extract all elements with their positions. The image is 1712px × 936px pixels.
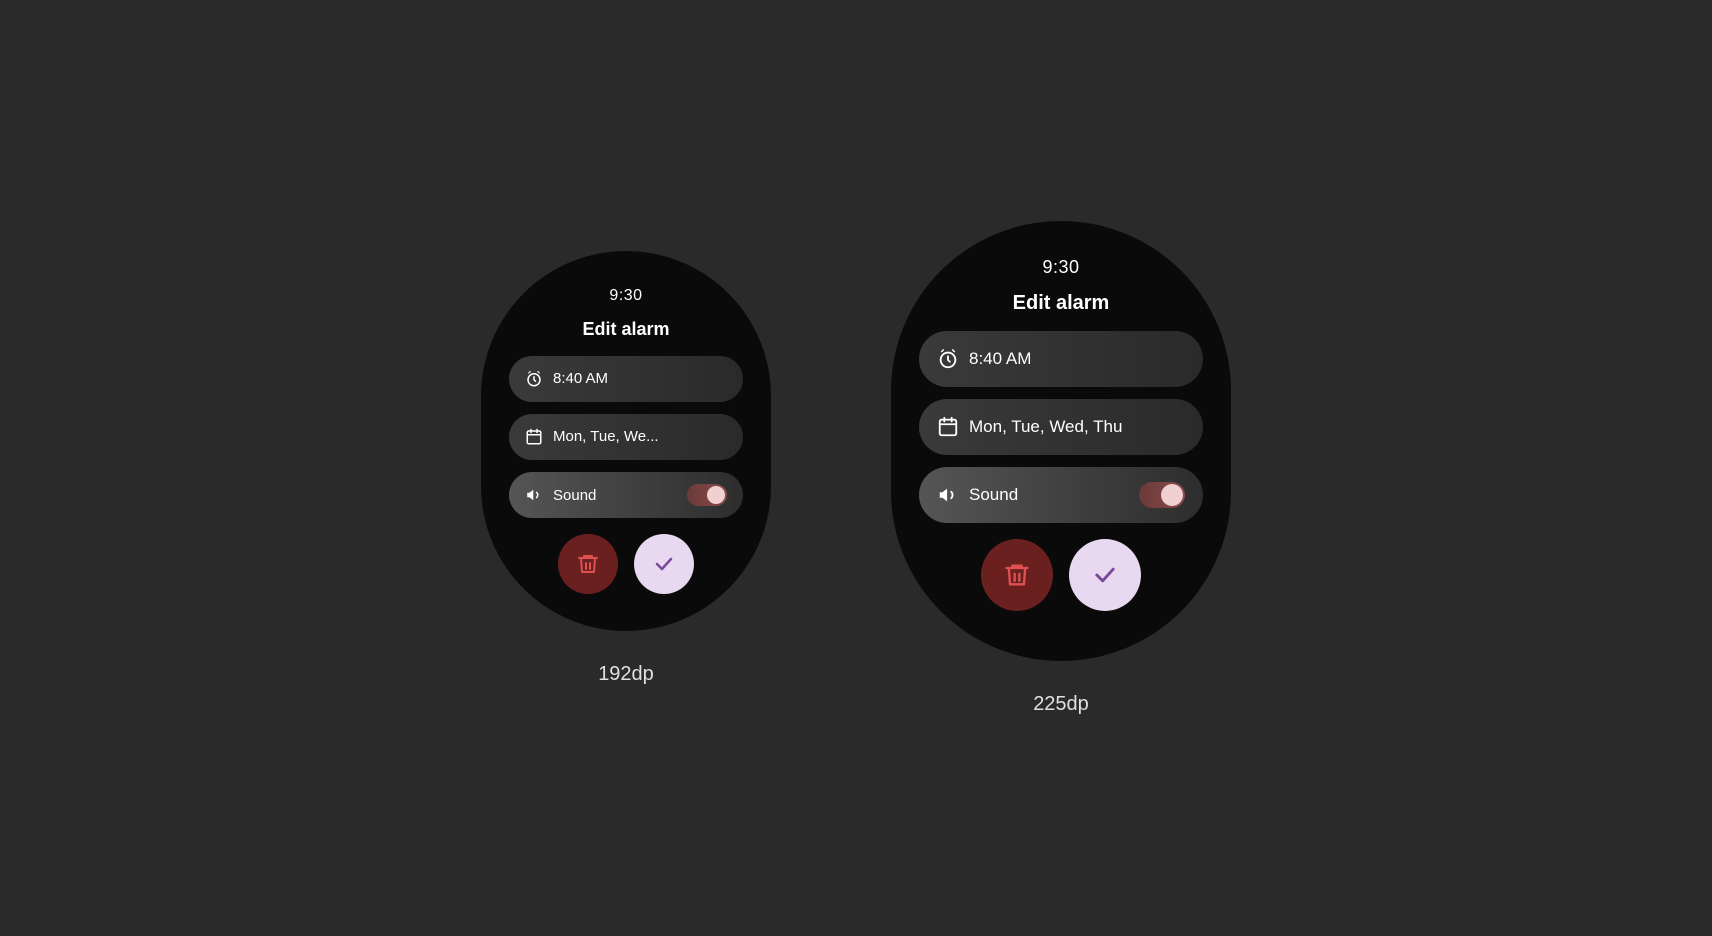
alarm-time-button[interactable]: 8:40 AM [509, 356, 743, 402]
confirm-button[interactable] [1069, 539, 1141, 611]
clock-icon [937, 348, 959, 370]
sound-icon [525, 486, 543, 504]
alarm-time-button[interactable]: 8:40 AM [919, 331, 1203, 387]
calendar-icon [525, 428, 543, 446]
checkmark-icon [1091, 561, 1119, 589]
toggle-knob [1161, 484, 1183, 506]
sound-label: Sound [969, 485, 1129, 505]
watch-time: 9:30 [609, 287, 642, 305]
sound-toggle[interactable] [687, 484, 727, 506]
schedule-button[interactable]: Mon, Tue, Wed, Thu [919, 399, 1203, 455]
calendar-icon [937, 416, 959, 438]
sound-label: Sound [553, 487, 677, 504]
schedule-label: Mon, Tue, We... [553, 428, 727, 445]
watch-time: 9:30 [1042, 257, 1079, 278]
sound-icon [937, 484, 959, 506]
screen-title: Edit alarm [582, 319, 669, 340]
trash-icon [1003, 561, 1031, 589]
watch-face-small: 9:30 Edit alarm 8:40 AM Mon, Tue, We... [481, 251, 771, 631]
trash-icon [576, 552, 600, 576]
clock-icon [525, 370, 543, 388]
alarm-time-label: 8:40 AM [969, 349, 1185, 369]
schedule-label: Mon, Tue, Wed, Thu [969, 417, 1185, 437]
action-buttons-row [981, 539, 1141, 611]
action-buttons-row [558, 534, 694, 594]
sound-toggle-button[interactable]: Sound [509, 472, 743, 518]
screen-title: Edit alarm [1013, 292, 1110, 315]
alarm-time-label: 8:40 AM [553, 370, 727, 387]
delete-button[interactable] [558, 534, 618, 594]
watch-container-small: 9:30 Edit alarm 8:40 AM Mon, Tue, We... [481, 251, 771, 686]
watch-face-large: 9:30 Edit alarm 8:40 AM Mon, Tue, Wed, Th… [891, 221, 1231, 661]
schedule-button[interactable]: Mon, Tue, We... [509, 414, 743, 460]
sound-toggle[interactable] [1139, 482, 1185, 508]
dp-label: 192dp [598, 663, 654, 686]
toggle-knob [707, 486, 725, 504]
dp-label: 225dp [1033, 693, 1089, 716]
watch-container-large: 9:30 Edit alarm 8:40 AM Mon, Tue, Wed, Th… [891, 221, 1231, 716]
delete-button[interactable] [981, 539, 1053, 611]
sound-toggle-button[interactable]: Sound [919, 467, 1203, 523]
confirm-button[interactable] [634, 534, 694, 594]
checkmark-icon [652, 552, 676, 576]
